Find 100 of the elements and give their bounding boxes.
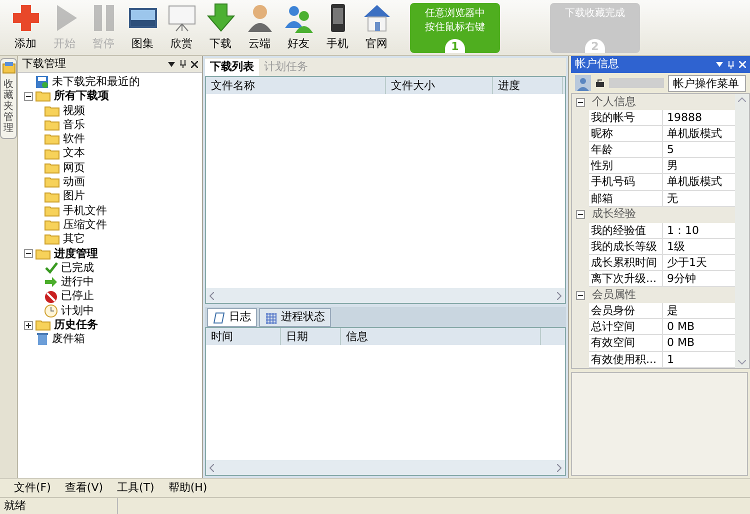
collapse-icon[interactable]: [576, 98, 585, 107]
menu-item[interactable]: 工具(T): [117, 480, 154, 496]
toolbar-button[interactable]: 云端: [240, 0, 279, 55]
tree-item[interactable]: 计划中: [61, 304, 94, 318]
scroll-left-icon[interactable]: [209, 464, 214, 472]
column-header[interactable]: 信息: [341, 328, 541, 345]
folder-icon: [35, 246, 51, 261]
property-value: 0 MB: [663, 335, 735, 352]
down-arrow-icon: [204, 2, 236, 34]
clock-icon: [44, 304, 58, 318]
column-header[interactable]: 进度: [493, 77, 563, 94]
column-header[interactable]: 时间: [206, 328, 281, 345]
tree-item[interactable]: 软件: [63, 132, 85, 146]
scroll-right-icon[interactable]: [557, 464, 562, 472]
menu-item[interactable]: 文件(F): [14, 480, 51, 496]
folder-icon: [44, 204, 60, 218]
step-number: 1: [445, 39, 465, 53]
collapse-icon[interactable]: [576, 290, 585, 300]
tree-item[interactable]: 图片: [63, 189, 85, 204]
username-bar: [609, 78, 664, 88]
tree-item[interactable]: 废件箱: [52, 332, 85, 347]
tree-item[interactable]: 手机文件: [63, 204, 107, 218]
property-name: 我的成长等级: [589, 238, 663, 255]
folder-icon: [44, 104, 60, 118]
tree-item[interactable]: 所有下载项: [54, 89, 109, 104]
toolbar-button[interactable]: 官网: [357, 0, 396, 55]
property-name: 手机号码: [589, 174, 663, 191]
expand-icon[interactable]: [24, 320, 33, 330]
column-header[interactable]: 文件名称: [206, 77, 386, 94]
property-name: 邮箱: [589, 190, 663, 207]
tree-item[interactable]: 视频: [63, 104, 85, 118]
group-title: 会员属性: [592, 286, 636, 303]
toolbar-button[interactable]: 下载: [201, 0, 240, 55]
tree-item[interactable]: 其它: [63, 232, 85, 247]
tree-item[interactable]: 网页: [63, 160, 85, 176]
tree-item[interactable]: 历史任务: [54, 318, 98, 332]
group-title: 成长经验: [592, 206, 636, 222]
collapse-icon[interactable]: [24, 92, 33, 101]
close-icon[interactable]: [191, 60, 198, 68]
collapse-icon[interactable]: [576, 210, 585, 220]
account-menu-button[interactable]: 帐户操作菜单: [668, 74, 746, 92]
column-header[interactable]: 文件大小: [386, 77, 493, 94]
tree-item[interactable]: 音乐: [63, 118, 85, 132]
folder-icon: [44, 175, 60, 190]
dropdown-icon[interactable]: [716, 62, 723, 67]
property-name: 我的经验值: [589, 222, 663, 239]
no-entry-icon: [44, 290, 58, 304]
tree-item[interactable]: 进度管理: [54, 246, 98, 261]
property-value: 1: [663, 352, 735, 368]
tab[interactable]: 进程状态: [259, 308, 331, 327]
horizontal-scrollbar[interactable]: [206, 460, 565, 475]
tree-item[interactable]: 文本: [63, 146, 85, 161]
trash-icon: [35, 332, 49, 346]
property-name: 成长累积时间: [589, 254, 663, 272]
toolbar-button[interactable]: 图集: [123, 0, 162, 55]
property-value: 单机版模式: [663, 126, 735, 142]
menu-item[interactable]: 查看(V): [64, 480, 104, 496]
horizontal-scrollbar[interactable]: [206, 288, 565, 303]
pin-icon[interactable]: [180, 60, 186, 68]
scroll-right-icon[interactable]: [557, 292, 562, 300]
folder-icon: [44, 190, 60, 204]
toolbar-button[interactable]: 欣赏: [162, 0, 201, 55]
folder-icon: [44, 118, 60, 132]
property-value: 少于1天: [663, 254, 735, 272]
toolbar-button[interactable]: 好友: [279, 0, 318, 55]
toolbar-button[interactable]: 添加: [6, 0, 45, 55]
collapse-icon[interactable]: [24, 249, 33, 258]
drive-icon: [35, 75, 49, 90]
property-name: 有效空间: [589, 335, 663, 352]
group-header[interactable]: 成长经验: [572, 206, 735, 223]
group-header[interactable]: 会员属性: [572, 287, 735, 304]
property-value: 5: [663, 142, 735, 158]
group-header[interactable]: 个人信息: [572, 94, 735, 110]
status-text: 就绪: [0, 498, 118, 514]
toolbar-button[interactable]: 手机: [318, 0, 357, 55]
menu-item[interactable]: 帮助(H): [168, 480, 208, 496]
property-value: 0 MB: [663, 319, 735, 336]
check-icon: [44, 261, 58, 275]
property-value: 无: [663, 190, 735, 207]
tab[interactable]: 日志: [207, 308, 257, 327]
folder-icon: [44, 132, 60, 146]
dropdown-icon[interactable]: [168, 62, 175, 66]
folder-icon: [2, 61, 16, 75]
folder-icon: [44, 160, 60, 175]
column-header[interactable]: 日期: [281, 328, 341, 345]
tree-item[interactable]: 未下载完和最近的: [52, 75, 140, 90]
tree-item[interactable]: 已完成: [61, 260, 94, 276]
tab[interactable]: 下载列表: [205, 59, 259, 76]
tree-item[interactable]: 已停止: [61, 289, 94, 304]
group-title: 个人信息: [592, 94, 636, 110]
property-value: 男: [663, 158, 735, 174]
property-value: 1：10: [663, 222, 735, 239]
tree-item[interactable]: 压缩文件: [63, 218, 107, 232]
property-value: 1级: [663, 238, 735, 255]
side-tab[interactable]: 收藏夹管理: [0, 58, 17, 139]
grid-icon: [265, 312, 277, 324]
property-value: 19888: [663, 110, 735, 126]
tree-item[interactable]: 进行中: [61, 275, 94, 290]
tree-item[interactable]: 动画: [63, 175, 85, 190]
scroll-left-icon[interactable]: [209, 292, 214, 300]
